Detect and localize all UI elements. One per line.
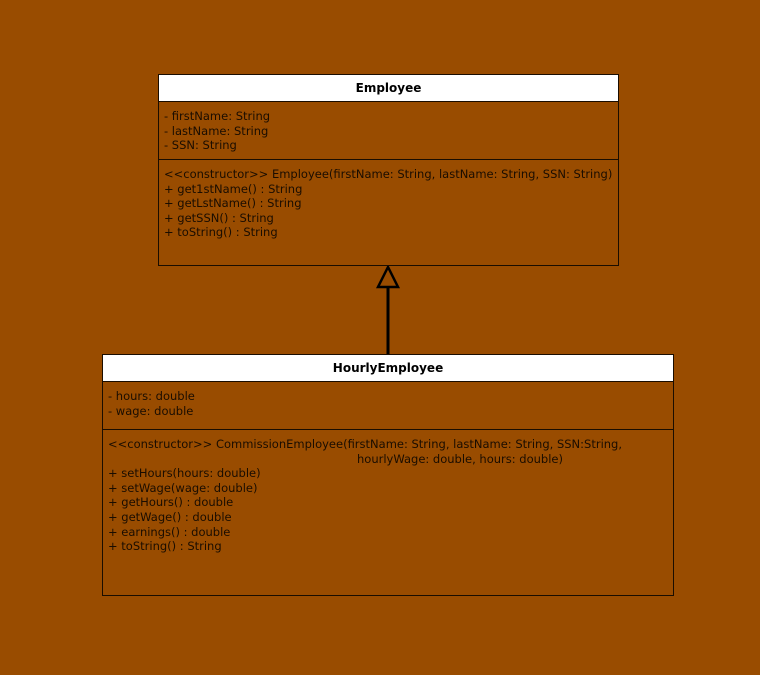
hollow-triangle-arrowhead (375, 264, 401, 289)
hourly-employee-class-box[interactable]: HourlyEmployee - hours: double - wage: d… (102, 354, 674, 596)
attribute-line: - wage: double (108, 403, 194, 418)
attribute-line: - lastName: String (164, 123, 269, 138)
operation-line: + get1stName() : String (164, 181, 303, 196)
operation-line: + setWage(wage: double) (108, 480, 258, 495)
attribute-line: - hours: double (108, 389, 195, 403)
employee-operations: <<constructor>> Employee(firstName: Stri… (159, 160, 618, 248)
operation-line: + getHours() : double (108, 495, 234, 510)
employee-class-box[interactable]: Employee - firstName: String - lastName:… (158, 74, 619, 266)
operation-line: + toString() : String (108, 539, 222, 554)
operation-line: + getWage() : double (108, 509, 232, 524)
attribute-line: - SSN: String (164, 138, 237, 153)
operation-line: + getLstName() : String (164, 196, 302, 211)
employee-class-name: Employee (159, 75, 618, 102)
operation-line: + getSSN() : String (164, 210, 274, 225)
attribute-line: - firstName: String (164, 109, 271, 123)
constructor-line: <<constructor>> CommissionEmployee(first… (108, 437, 623, 451)
hourly-employee-operations: <<constructor>> CommissionEmployee(first… (103, 430, 673, 562)
operation-line: + setHours(hours: double) (108, 466, 261, 481)
hourly-employee-attributes: - hours: double - wage: double (103, 382, 673, 430)
operation-line: <<constructor>> Employee(firstName: Stri… (164, 167, 613, 181)
operation-line: + toString() : String (164, 225, 278, 240)
hourly-employee-class-name: HourlyEmployee (103, 355, 673, 382)
operation-line: + earnings() : double (108, 524, 231, 539)
employee-attributes: - firstName: String - lastName: String -… (159, 102, 618, 160)
constructor-line-continuation: hourlyWage: double, hours: double) (357, 451, 563, 466)
